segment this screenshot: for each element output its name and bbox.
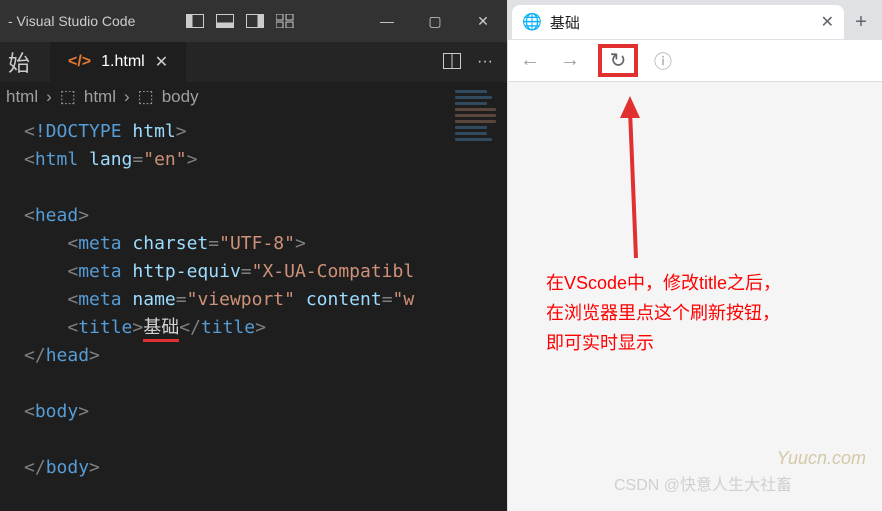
tab-close-icon[interactable]: ✕ [821,12,834,32]
tab-filename: 1.html [101,53,145,71]
breadcrumb-item[interactable]: html [84,87,116,107]
new-tab-button[interactable]: + [844,5,878,39]
browser-tab[interactable]: 🌐 基础 ✕ [512,5,844,39]
breadcrumb[interactable]: html ›⬚ html ›⬚ body [0,82,507,112]
browser-window: 🌐 基础 ✕ + ← → ↻ ⓘ 在VScode中，修改title之后， 在浏览… [507,0,882,511]
annotation-text: 在VScode中，修改title之后， 在浏览器里点这个刷新按钮， 即可实时显示 [546,268,781,358]
title-text: 基础 [143,317,179,342]
more-actions-icon[interactable]: ··· [477,53,493,71]
vscode-titlebar: - Visual Studio Code — ▢ ✕ [0,0,507,42]
tab-actions: ··· [443,53,507,71]
back-button[interactable]: ← [518,49,542,72]
code-editor[interactable]: <!DOCTYPE html> <html lang="en"> <head> … [0,112,507,482]
browser-tabbar: 🌐 基础 ✕ + [508,0,882,40]
layout-grid-icon[interactable] [275,11,295,31]
symbol-icon: ⬚ [60,87,76,107]
activity-item[interactable]: 始 [0,46,50,78]
split-editor-icon[interactable] [443,53,461,71]
layout-right-icon[interactable] [245,11,265,31]
window-controls: — ▢ ✕ [363,0,507,42]
layout-icons [185,11,295,31]
reload-highlight: ↻ [598,44,638,77]
site-info-icon[interactable]: ⓘ [654,48,672,74]
reload-button[interactable]: ↻ [606,48,630,73]
editor-tab[interactable]: </> 1.html ✕ [50,42,186,82]
layout-bottom-icon[interactable] [215,11,235,31]
maximize-button[interactable]: ▢ [411,0,459,42]
minimap[interactable] [449,82,507,502]
breadcrumb-item[interactable]: html [6,87,38,107]
tab-close-icon[interactable]: ✕ [155,52,168,72]
symbol-icon: ⬚ [138,87,154,107]
editor-tabbar: 始 </> 1.html ✕ ··· [0,42,507,82]
browser-toolbar: ← → ↻ ⓘ [508,40,882,82]
watermark: CSDN @快意人生大社畜 [614,471,792,495]
breadcrumb-item[interactable]: body [162,87,199,107]
browser-tab-title: 基础 [550,12,580,33]
watermark: Yuucn.com [777,448,866,469]
globe-icon: 🌐 [522,12,542,32]
html-file-icon: </> [68,53,91,71]
minimize-button[interactable]: — [363,0,411,42]
annotation-arrow [616,96,656,266]
layout-left-icon[interactable] [185,11,205,31]
forward-button[interactable]: → [558,49,582,72]
vscode-window: - Visual Studio Code — ▢ ✕ 始 </> 1.html … [0,0,507,511]
vscode-title: - Visual Studio Code [4,13,135,29]
close-button[interactable]: ✕ [459,0,507,42]
